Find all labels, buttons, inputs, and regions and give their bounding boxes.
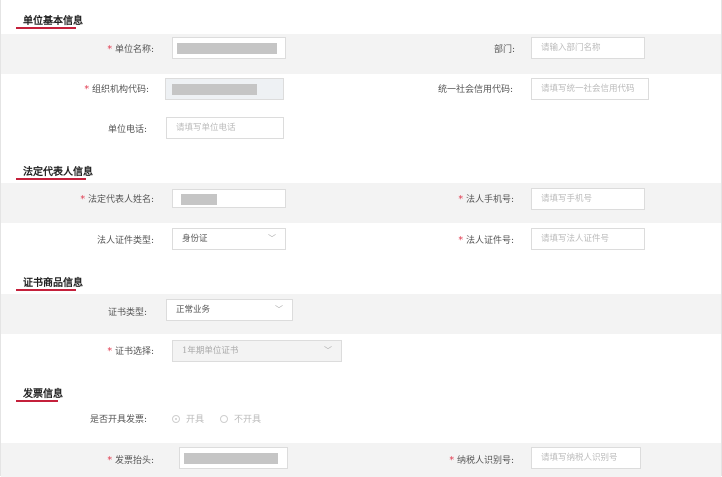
section-title-legal: 法定代表人信息	[23, 167, 93, 178]
legal-id-no-label: * 法人证件号:	[458, 236, 514, 246]
invoice-title-label: * 发票抬头:	[107, 456, 154, 466]
cert-type-value: 正常业务	[176, 305, 211, 315]
section-title-basic: 单位基本信息	[23, 16, 83, 27]
department-label: 部门:	[493, 45, 515, 55]
cert-select-value: 1年期单位证书	[182, 346, 239, 356]
masked-value	[181, 194, 217, 205]
legal-id-type-select[interactable]: 身份证 ﹀	[172, 228, 286, 250]
section-underline-cert	[16, 289, 76, 291]
radio-label: 开具	[186, 415, 205, 425]
radio-checked-icon	[172, 414, 180, 423]
cert-select-dropdown[interactable]: 1年期单位证书 ﹀	[172, 340, 342, 362]
credit-code-label: 统一社会信用代码:	[437, 85, 513, 95]
section-title-invoice: 发票信息	[23, 389, 63, 400]
invoice-open-label: 是否开具发票:	[89, 415, 147, 425]
section-underline-invoice	[16, 400, 58, 402]
radio-unchecked-icon	[220, 414, 229, 423]
org-code-label: * 组织机构代码:	[84, 85, 149, 95]
section-underline-legal	[16, 178, 86, 180]
legal-phone-label: * 法人手机号:	[458, 195, 514, 205]
masked-value	[177, 43, 277, 54]
cert-type-select[interactable]: 正常业务 ﹀	[166, 299, 293, 321]
cert-type-label: 证书类型:	[107, 308, 147, 318]
radio-option-not-open[interactable]: 不开具	[220, 412, 261, 425]
chevron-down-icon: ﹀	[268, 234, 276, 243]
taxpayer-id-label: * 纳税人识别号:	[449, 456, 514, 466]
section-underline-basic	[16, 27, 76, 29]
masked-value	[184, 453, 278, 464]
legal-name-label: * 法定代表人姓名:	[80, 195, 154, 205]
unit-phone-input[interactable]: 请填写单位电话	[166, 117, 284, 139]
department-input[interactable]: 请输入部门名称	[531, 37, 645, 59]
legal-name-input[interactable]	[172, 189, 286, 208]
radio-label: 不开具	[234, 415, 262, 425]
unit-name-input[interactable]	[172, 37, 286, 59]
invoice-open-radio-group: 开具 不开具	[172, 412, 277, 425]
invoice-title-input[interactable]	[179, 447, 288, 469]
legal-id-no-input[interactable]: 请填写法人证件号	[531, 228, 645, 250]
credit-code-input[interactable]: 请填写统一社会信用代码	[531, 78, 649, 100]
taxpayer-id-input[interactable]: 请填写纳税人识别号	[531, 447, 641, 469]
unit-name-label: * 单位名称:	[107, 45, 154, 55]
chevron-down-icon: ﹀	[275, 305, 283, 314]
cert-select-label: * 证书选择:	[107, 347, 154, 357]
unit-phone-label: 单位电话:	[107, 125, 147, 135]
section-title-cert: 证书商品信息	[23, 278, 83, 289]
legal-id-type-value: 身份证	[182, 234, 208, 244]
chevron-down-icon: ﹀	[324, 346, 332, 355]
legal-phone-input[interactable]: 请填写手机号	[531, 188, 645, 210]
radio-option-open[interactable]: 开具	[172, 412, 204, 425]
legal-id-type-label: 法人证件类型:	[96, 236, 154, 246]
org-code-input[interactable]	[165, 78, 284, 100]
masked-value	[172, 84, 257, 95]
